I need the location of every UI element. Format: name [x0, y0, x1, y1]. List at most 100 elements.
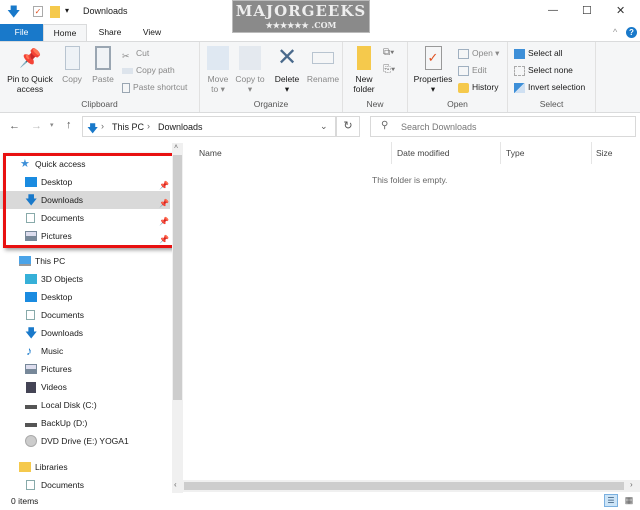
edit-button[interactable]: Edit	[458, 63, 487, 78]
item-count: 0 items	[11, 496, 39, 506]
nav-scrollbar-thumb[interactable]	[173, 155, 182, 400]
breadcrumb-separator: ›	[101, 121, 104, 131]
new-item-icon[interactable]: ⧉▾	[383, 47, 394, 58]
invert-selection-button[interactable]: Invert selection	[514, 80, 585, 95]
scroll-left-icon[interactable]: ‹	[174, 480, 177, 489]
select-none-button[interactable]: Select none	[514, 63, 573, 78]
up-button[interactable]: ↑	[66, 119, 72, 131]
properties-icon: ✓	[424, 46, 442, 70]
move-to-button[interactable]: Move to ▾	[203, 46, 233, 94]
breadcrumb-separator: ›	[147, 121, 150, 131]
quick-access-highlight-box	[3, 153, 175, 248]
delete-x-icon: ✕	[276, 44, 298, 71]
scroll-right-icon[interactable]: ›	[630, 480, 633, 489]
nav-pictures[interactable]: Pictures	[0, 360, 170, 378]
copy-button[interactable]: Copy	[58, 46, 86, 84]
column-name[interactable]: Name	[199, 148, 222, 158]
properties-quick-icon[interactable]: ✓	[33, 6, 43, 17]
refresh-button[interactable]: ↻	[336, 116, 360, 137]
search-box[interactable]: ⚲ Search Downloads	[370, 116, 636, 137]
new-group: New folder ⧉▾ ⎘▾ New	[343, 42, 408, 112]
copy-path-icon	[122, 67, 133, 74]
folder-icon	[357, 46, 371, 70]
paste-button[interactable]: Paste	[89, 46, 117, 84]
file-list: Name Date modified Type Size This folder…	[183, 140, 640, 480]
nav-desktop[interactable]: Desktop	[0, 288, 170, 306]
forward-button[interactable]: →	[31, 120, 42, 132]
3d-objects-icon	[25, 274, 37, 284]
minimize-button[interactable]: —	[548, 5, 558, 16]
new-folder-quick-icon[interactable]	[50, 6, 60, 18]
column-divider[interactable]	[591, 142, 592, 164]
select-none-icon	[514, 65, 525, 76]
ribbon: 📌 Pin to Quick access Copy Paste ✂ Cut Co…	[0, 41, 640, 113]
horizontal-scrollbar[interactable]: ‹ ›	[172, 480, 640, 492]
nav-videos[interactable]: Videos	[0, 378, 170, 396]
column-type[interactable]: Type	[506, 148, 524, 158]
tab-file[interactable]: File	[0, 24, 43, 41]
search-input[interactable]: Search Downloads	[401, 122, 477, 132]
tab-home[interactable]: Home	[43, 24, 87, 42]
delete-button[interactable]: ✕ Delete ▾	[270, 44, 304, 95]
drive-icon	[25, 405, 37, 409]
easy-access-icon[interactable]: ⎘▾	[383, 64, 395, 75]
nav-scrollbar[interactable]: ˄ ˅	[172, 143, 183, 493]
back-button[interactable]: ←	[9, 120, 20, 132]
paste-shortcut-icon	[122, 82, 130, 93]
maximize-button[interactable]: ☐	[582, 4, 592, 17]
recent-locations-button[interactable]: ▾	[50, 121, 54, 129]
history-button[interactable]: History	[458, 80, 498, 95]
scissors-icon: ✂	[122, 50, 130, 61]
scroll-up-icon[interactable]: ˄	[174, 144, 178, 151]
select-all-button[interactable]: Select all	[514, 46, 563, 61]
help-icon[interactable]: ?	[626, 27, 637, 38]
column-date-modified[interactable]: Date modified	[397, 148, 449, 158]
copy-to-button[interactable]: Copy to ▾	[235, 46, 265, 94]
properties-button[interactable]: ✓ Properties ▾	[410, 46, 456, 94]
cut-button[interactable]: ✂ Cut	[122, 46, 149, 61]
clipboard-icon	[95, 46, 111, 70]
large-icons-view-button[interactable]: ▦	[622, 494, 636, 507]
tab-view[interactable]: View	[132, 24, 172, 41]
column-size[interactable]: Size	[596, 148, 613, 158]
address-dropdown-icon[interactable]: ⌄	[320, 121, 328, 132]
drive-icon	[25, 423, 37, 427]
tab-share[interactable]: Share	[88, 24, 132, 41]
nav-documents[interactable]: Documents	[0, 306, 170, 324]
collapse-ribbon-button[interactable]: ^	[613, 27, 617, 37]
nav-music[interactable]: ♪ Music	[0, 342, 170, 360]
address-bar[interactable]: 🡇 › This PC › Downloads ⌄	[82, 116, 336, 137]
desktop-icon	[25, 292, 37, 302]
pictures-icon	[25, 364, 37, 374]
close-button[interactable]: ✕	[616, 4, 625, 17]
horizontal-scrollbar-thumb[interactable]	[184, 482, 624, 490]
copy-to-icon	[239, 46, 261, 70]
nav-downloads[interactable]: 🡇 Downloads	[0, 324, 170, 342]
rename-button[interactable]: Rename	[305, 46, 341, 84]
open-button[interactable]: Open ▾	[458, 46, 499, 61]
invert-selection-icon	[514, 82, 525, 93]
open-group: ✓ Properties ▾ Open ▾ Edit History Open	[408, 42, 508, 112]
nav-libraries[interactable]: Libraries	[0, 458, 170, 476]
nav-this-pc[interactable]: This PC	[0, 252, 170, 270]
copy-path-button[interactable]: Copy path	[122, 63, 175, 78]
breadcrumb-downloads[interactable]: Downloads	[158, 122, 203, 132]
nav-backup-d[interactable]: BackUp (D:)	[0, 414, 170, 432]
history-icon	[458, 82, 469, 93]
breadcrumb-this-pc[interactable]: This PC	[112, 122, 144, 132]
pin-to-quick-access-button[interactable]: 📌 Pin to Quick access	[3, 46, 57, 94]
nav-local-disk-c[interactable]: Local Disk (C:)	[0, 396, 170, 414]
customize-toolbar-icon[interactable]: ▾	[65, 6, 69, 15]
details-view-button[interactable]: ☰	[604, 494, 618, 507]
column-divider[interactable]	[391, 142, 392, 164]
paste-shortcut-button[interactable]: Paste shortcut	[122, 80, 187, 95]
organize-group: Move to ▾ Copy to ▾ ✕ Delete ▾ Rename Orga…	[200, 42, 343, 112]
column-divider[interactable]	[500, 142, 501, 164]
clipboard-group: 📌 Pin to Quick access Copy Paste ✂ Cut Co…	[0, 42, 200, 112]
navigation-pane: ★ Quick access Desktop 📌 🡇 Downloads 📌 Docum…	[0, 143, 183, 493]
nav-dvd-drive-e[interactable]: DVD Drive (E:) YOGA1	[0, 432, 170, 450]
pin-icon: 📌	[19, 48, 42, 68]
nav-3d-objects[interactable]: 3D Objects	[0, 270, 170, 288]
new-folder-button[interactable]: New folder	[346, 46, 382, 94]
copy-icon	[64, 46, 80, 70]
